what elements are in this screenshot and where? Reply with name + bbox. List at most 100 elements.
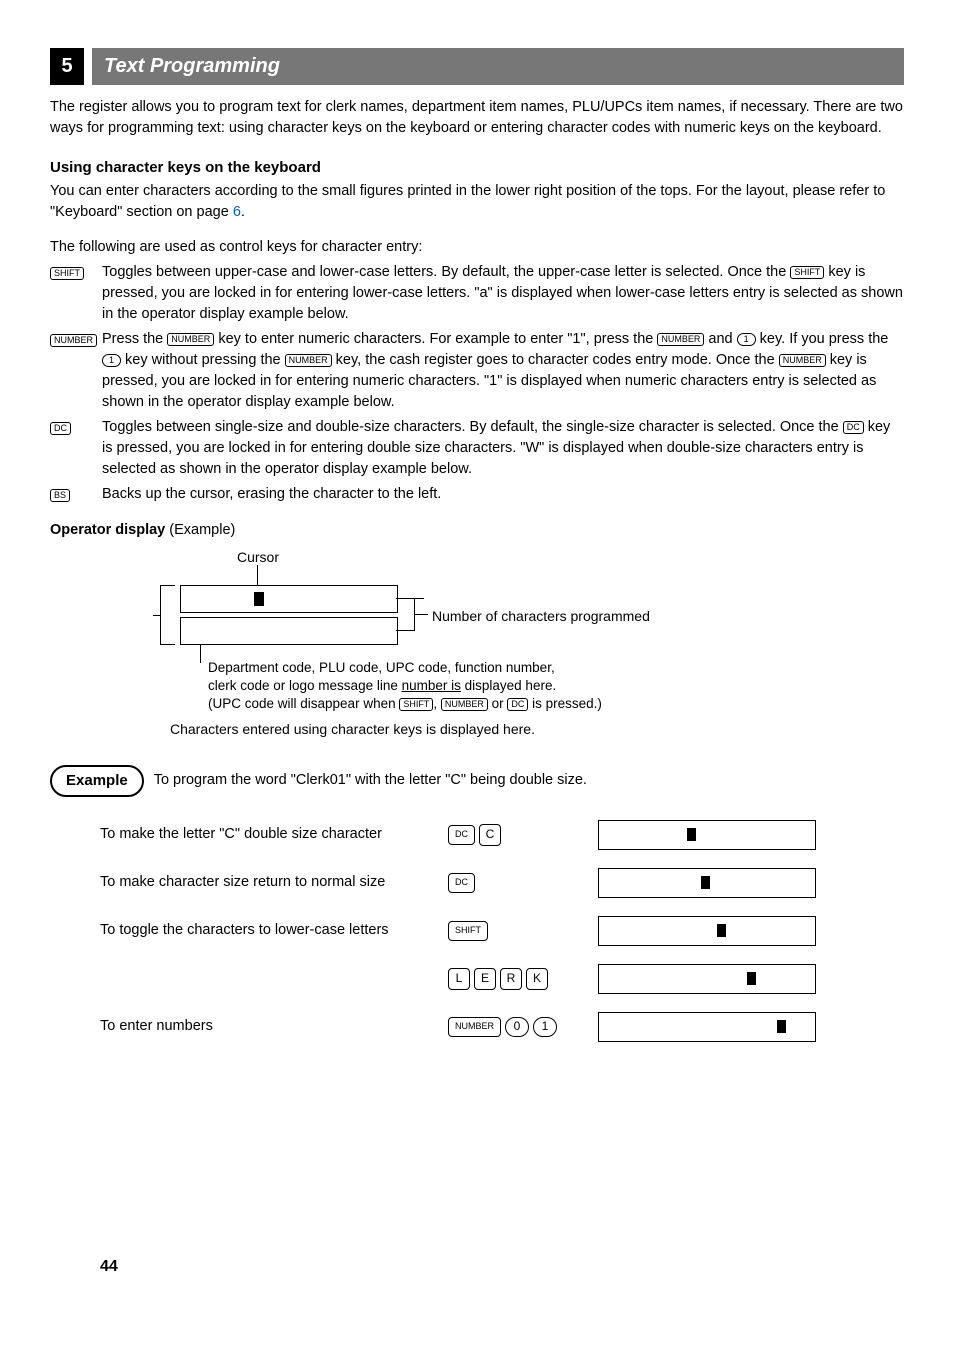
- number-key-diag: NUMBER: [441, 698, 488, 711]
- example-row: Example To program the word "Clerk01" wi…: [50, 765, 904, 797]
- dept-line3a: (UPC code will disappear when: [208, 696, 399, 711]
- number-key-icon: NUMBER: [50, 334, 97, 347]
- number-desc-d: key. If you press the: [756, 331, 889, 347]
- step-2-label: To make character size return to normal …: [100, 872, 448, 893]
- shift-key-diag: SHIFT: [399, 698, 433, 711]
- shift-key: SHIFT: [448, 921, 488, 941]
- section-title: Text Programming: [92, 48, 904, 85]
- step-4-display: [598, 964, 816, 994]
- zero-key: 0: [505, 1017, 529, 1037]
- operator-display-heading: Operator display (Example): [50, 520, 904, 541]
- sub1-text-b: .: [241, 204, 245, 220]
- one-key-inline2: 1: [102, 354, 121, 367]
- number-desc-b: key to enter numeric characters. For exa…: [214, 331, 657, 347]
- step-3: To toggle the characters to lower-case l…: [100, 915, 904, 947]
- brace-line-2: [396, 630, 414, 631]
- sub1-text-a: You can enter characters according to th…: [50, 183, 885, 220]
- e-key: E: [474, 968, 496, 990]
- bs-key-icon: BS: [50, 489, 70, 502]
- dc-key-diag: DC: [507, 698, 528, 711]
- cursor-icon: [717, 924, 726, 937]
- example-pill: Example: [50, 765, 144, 797]
- operator-display-diagram: Cursor Number of characters programmed D…: [130, 547, 850, 737]
- shift-key-inline: SHIFT: [790, 266, 824, 279]
- dept-line2b: number is: [402, 678, 461, 693]
- control-keys-list: SHIFT Toggles between upper-case and low…: [50, 262, 904, 506]
- c-key: C: [479, 824, 501, 846]
- number-desc-f: key, the cash register goes to character…: [332, 352, 779, 368]
- control-keys-intro: The following are used as control keys f…: [50, 237, 904, 258]
- step-5-keys: NUMBER 0 1: [448, 1017, 598, 1037]
- dept-line2c: displayed here.: [461, 678, 556, 693]
- brace-line-1: [396, 598, 424, 599]
- step-3-display: [598, 916, 816, 946]
- dept-line3d: is pressed.): [528, 696, 602, 711]
- cursor-block-icon: [254, 592, 264, 606]
- subheading-using-char-keys: Using character keys on the keyboard: [50, 157, 904, 179]
- page-number: 44: [100, 1255, 118, 1278]
- dc-key: DC: [448, 873, 475, 893]
- display-box-top: [180, 585, 398, 613]
- step-5-label: To enter numbers: [100, 1016, 448, 1037]
- step-3-keys: SHIFT: [448, 921, 598, 941]
- example-text: To program the word "Clerk01" with the l…: [154, 770, 587, 791]
- cursor-icon: [687, 828, 696, 841]
- step-2-display: [598, 868, 816, 898]
- step-3-label: To toggle the characters to lower-case l…: [100, 920, 448, 941]
- dept-line1: Department code, PLU code, UPC code, fun…: [208, 660, 555, 675]
- key-row-shift: SHIFT Toggles between upper-case and low…: [50, 262, 904, 325]
- shift-desc-a: Toggles between upper-case and lower-cas…: [102, 264, 790, 280]
- step-2-keys: DC: [448, 873, 598, 893]
- number-desc: Press the NUMBER key to enter numeric ch…: [102, 329, 904, 413]
- dept-code-text: Department code, PLU code, UPC code, fun…: [208, 659, 602, 714]
- step-4: L E R K: [100, 963, 904, 995]
- key-row-number: NUMBER Press the NUMBER key to enter num…: [50, 329, 904, 413]
- shift-desc: Toggles between upper-case and lower-cas…: [102, 262, 904, 325]
- display-box-bottom: [180, 617, 398, 645]
- step-5-display: [598, 1012, 816, 1042]
- example-steps: To make the letter "C" double size chara…: [100, 819, 904, 1043]
- display-bracket: [160, 585, 175, 645]
- dc-desc: Toggles between single-size and double-s…: [102, 417, 904, 480]
- one-key-inline1: 1: [737, 333, 756, 346]
- dept-line3c: or: [488, 696, 508, 711]
- section-header: 5 Text Programming: [50, 48, 904, 85]
- number-key-inline2: NUMBER: [657, 333, 704, 346]
- num-chars-label: Number of characters programmed: [432, 606, 650, 626]
- cursor-icon: [777, 1020, 786, 1033]
- number-key: NUMBER: [448, 1017, 501, 1037]
- number-desc-a: Press the: [102, 331, 167, 347]
- dc-key-inline: DC: [843, 421, 864, 434]
- section-number: 5: [50, 48, 84, 85]
- r-key: R: [500, 968, 522, 990]
- dept-line3b: ,: [433, 696, 441, 711]
- cursor-icon: [701, 876, 710, 889]
- one-key: 1: [533, 1017, 557, 1037]
- dept-line2a: clerk code or logo message line: [208, 678, 402, 693]
- cursor-label: Cursor: [237, 547, 279, 567]
- bs-desc: Backs up the cursor, erasing the charact…: [102, 484, 904, 506]
- step-1: To make the letter "C" double size chara…: [100, 819, 904, 851]
- shift-key-icon: SHIFT: [50, 267, 84, 280]
- number-key-inline3: NUMBER: [285, 354, 332, 367]
- number-desc-e: key without pressing the: [121, 352, 285, 368]
- step-5: To enter numbers NUMBER 0 1: [100, 1011, 904, 1043]
- dc-desc-a: Toggles between single-size and double-s…: [102, 419, 843, 435]
- number-key-inline1: NUMBER: [167, 333, 214, 346]
- step-4-keys: L E R K: [448, 968, 598, 990]
- step-2: To make character size return to normal …: [100, 867, 904, 899]
- dc-key: DC: [448, 825, 475, 845]
- k-key: K: [526, 968, 548, 990]
- diagram-caption: Characters entered using character keys …: [170, 719, 535, 739]
- step-1-display: [598, 820, 816, 850]
- dc-key-icon: DC: [50, 422, 71, 435]
- lower-pointer-line: [200, 645, 201, 663]
- step-1-label: To make the letter "C" double size chara…: [100, 824, 448, 845]
- page-link[interactable]: 6: [233, 204, 241, 220]
- intro-paragraph: The register allows you to program text …: [50, 97, 904, 139]
- brace-out: [414, 614, 428, 615]
- number-desc-c: and: [704, 331, 736, 347]
- op-display-heading-a: Operator display: [50, 522, 165, 538]
- l-key: L: [448, 968, 470, 990]
- number-key-inline4: NUMBER: [779, 354, 826, 367]
